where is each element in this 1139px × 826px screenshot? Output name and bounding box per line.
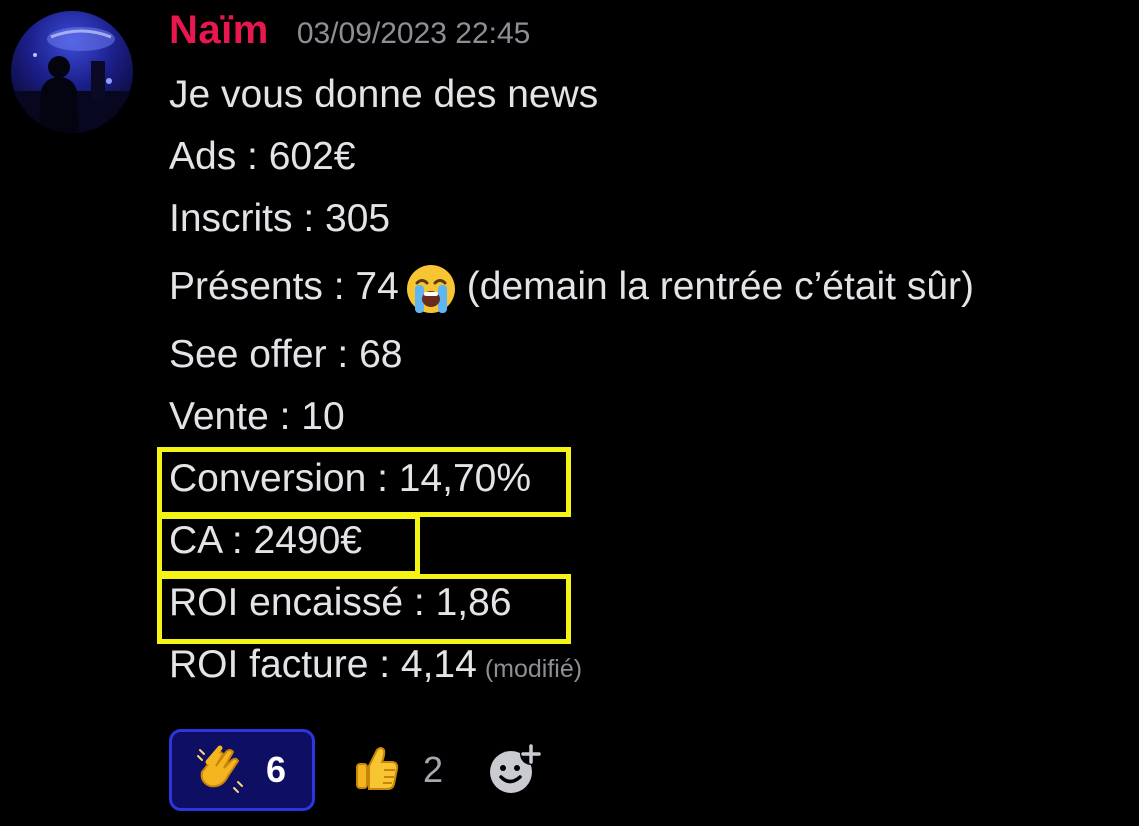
message-line: Je vous donne des news — [169, 73, 599, 116]
avatar[interactable] — [11, 11, 133, 133]
message-line: Vente : 10 — [169, 395, 345, 438]
thumbs-up-icon — [351, 742, 403, 798]
reaction-clap-button[interactable]: 6 — [169, 729, 315, 811]
presents-suffix: (demain la rentrée c’était sûr) — [466, 265, 975, 308]
username[interactable]: Naïm — [169, 8, 269, 53]
reactions-bar: 6 2 — [169, 729, 545, 811]
reaction-count: 2 — [423, 749, 444, 790]
add-reaction-icon[interactable] — [485, 740, 545, 800]
clapping-hands-icon — [194, 742, 246, 798]
timestamp: 03/09/2023 22:45 — [296, 17, 531, 50]
roi-facture-text: ROI facture : 4,14 — [169, 643, 477, 686]
highlight-box-conversion — [157, 447, 571, 517]
message-line: Inscrits : 305 — [169, 197, 391, 240]
message-header: Naïm 03/09/2023 22:45 — [169, 8, 530, 58]
message-line: See offer : 68 — [169, 333, 403, 376]
message-line-presents: Présents : 74 (demain la rentrée c’était… — [169, 250, 974, 324]
edited-label: (modifié) — [484, 655, 583, 683]
presents-text: Présents : 74 — [169, 265, 399, 308]
highlight-box-roi-encaisse — [157, 574, 571, 644]
message-line: Ads : 602€ — [169, 135, 356, 178]
highlight-box-ca — [157, 514, 420, 576]
loudly-crying-face-icon — [405, 263, 457, 315]
reaction-count: 6 — [266, 749, 287, 790]
reaction-thumbs-up-button[interactable]: 2 — [329, 729, 465, 811]
